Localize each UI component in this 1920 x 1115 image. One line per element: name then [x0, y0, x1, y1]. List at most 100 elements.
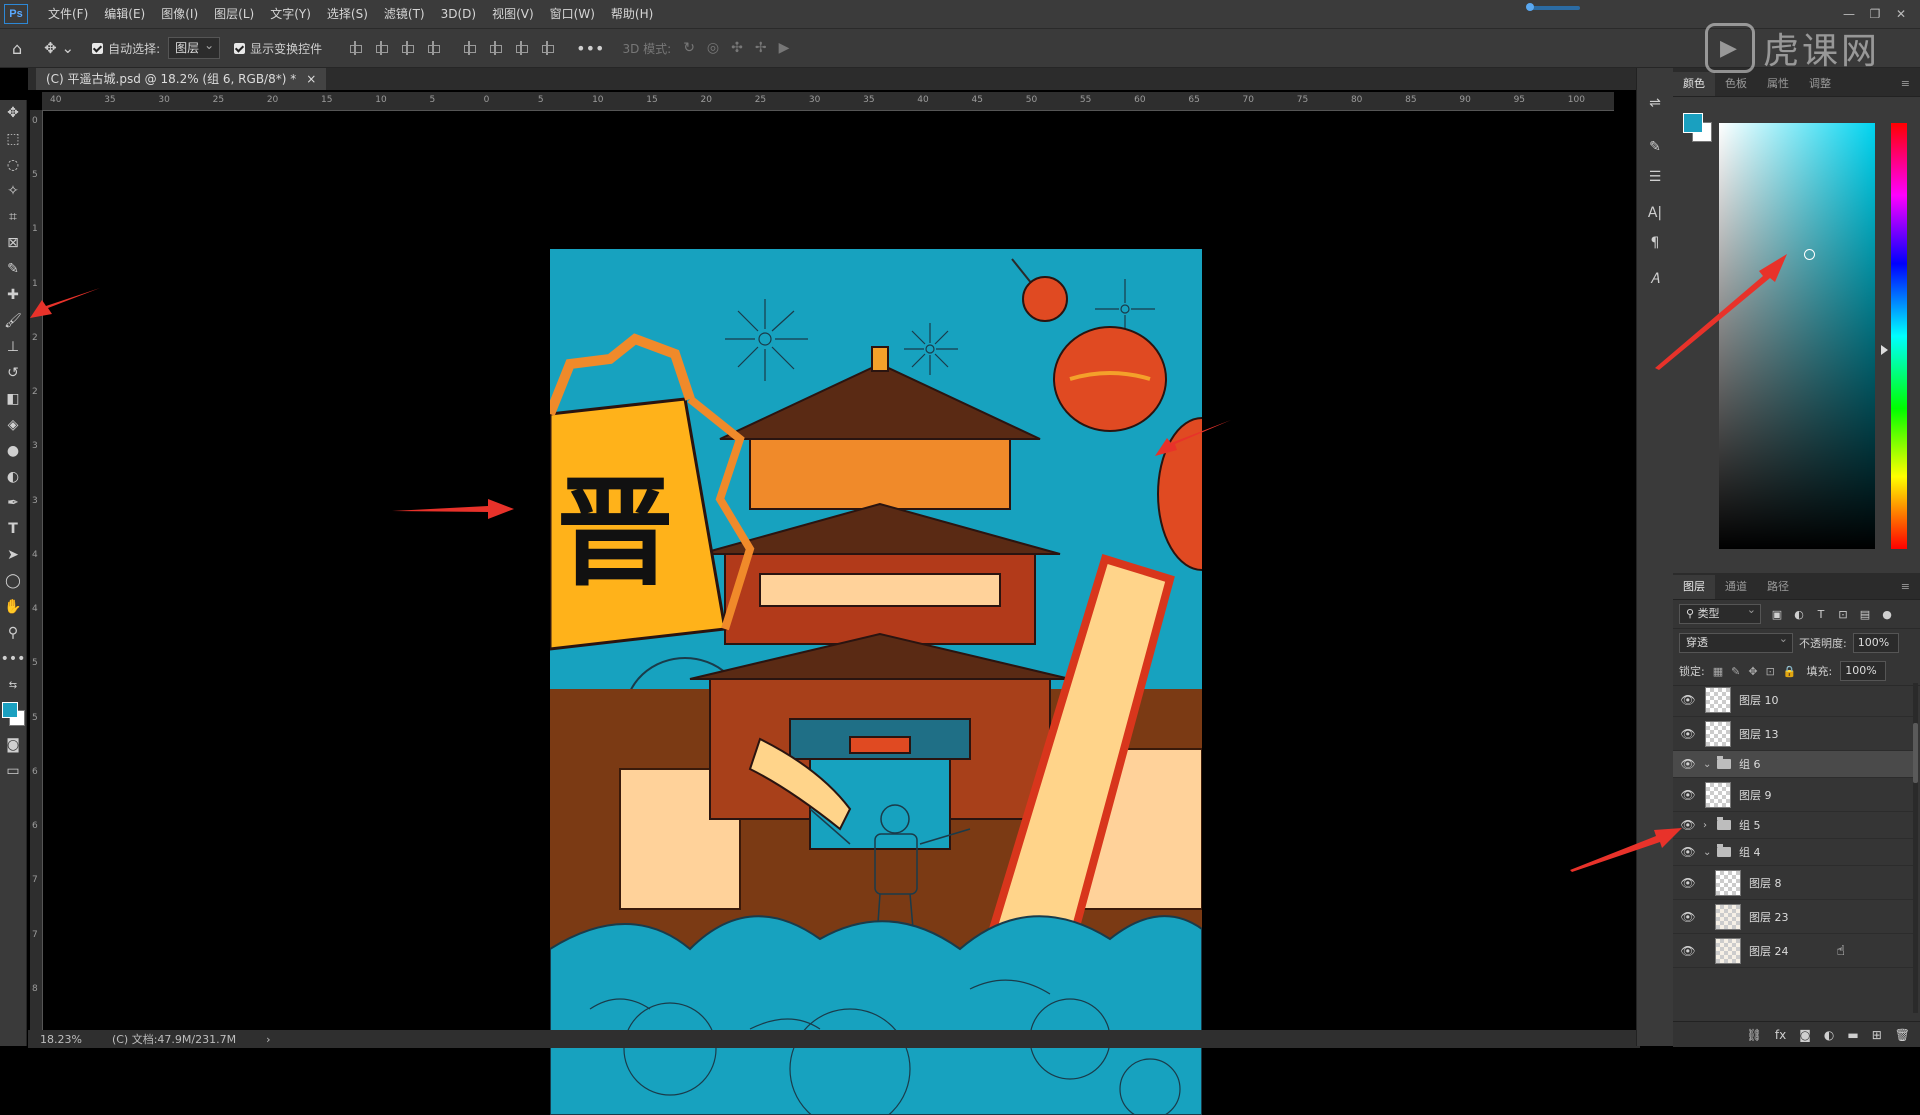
visibility-eye-icon[interactable]: 👁	[1677, 818, 1699, 832]
foreground-color-swatch[interactable]	[2, 702, 18, 718]
edit-toolbar-icon[interactable]: •••	[0, 646, 26, 672]
3d-pan-icon[interactable]: ✣	[731, 40, 743, 56]
close-icon[interactable]: ✕	[1888, 7, 1914, 21]
align-right-icon[interactable]	[400, 41, 415, 55]
add-mask-icon[interactable]: ◙	[1799, 1028, 1811, 1042]
menu-file[interactable]: 文件(F)	[40, 0, 96, 28]
menu-select[interactable]: 选择(S)	[319, 0, 376, 28]
stamp-tool-icon[interactable]: ⊥	[0, 334, 26, 360]
fill-field[interactable]: 100%	[1840, 661, 1887, 681]
layer-row[interactable]: 👁 图层 9	[1673, 778, 1913, 812]
expand-chevron-icon[interactable]: ⌄	[1703, 847, 1713, 858]
align-bottom-icon[interactable]	[514, 41, 529, 55]
align-distribute-icon[interactable]	[426, 41, 441, 55]
align-center-icon[interactable]	[374, 41, 389, 55]
saturation-brightness-picker[interactable]	[1719, 123, 1875, 549]
menu-3d[interactable]: 3D(D)	[433, 0, 484, 28]
link-layers-icon[interactable]: ⛓	[1747, 1028, 1762, 1042]
zoom-slider[interactable]	[1526, 3, 1580, 11]
expand-chevron-icon[interactable]: ⌄	[1703, 759, 1713, 770]
status-menu-chevron-icon[interactable]: ›	[266, 1033, 270, 1046]
move-tool-icon[interactable]: ✥	[0, 100, 26, 126]
layer-row[interactable]: 👁 图层 13	[1673, 717, 1913, 751]
tab-channels[interactable]: 通道	[1715, 575, 1757, 599]
pen-tool-icon[interactable]: ✒	[0, 490, 26, 516]
move-tool-icon[interactable]: ✥ ⌄	[44, 39, 74, 57]
auto-select-target-dropdown[interactable]: 图层	[168, 35, 221, 59]
character-panel-icon[interactable]: A|	[1637, 198, 1673, 228]
glyphs-panel-icon[interactable]: 𝐴	[1637, 264, 1673, 294]
collapse-chevron-icon[interactable]: ›	[1703, 820, 1713, 831]
lock-position-icon[interactable]: ✥	[1748, 665, 1757, 678]
align-middle-icon[interactable]	[488, 41, 503, 55]
new-layer-icon[interactable]: ⊞	[1872, 1028, 1882, 1042]
new-adjustment-layer-icon[interactable]: ◐	[1824, 1028, 1834, 1042]
layer-row[interactable]: 👁 图层 10	[1673, 683, 1913, 717]
home-icon[interactable]: ⌂	[12, 39, 22, 58]
tab-layers[interactable]: 图层	[1673, 575, 1715, 599]
quick-mask-icon[interactable]: ◙	[0, 732, 26, 758]
type-tool-icon[interactable]: T	[0, 516, 26, 542]
layer-row[interactable]: 👁 图层 23	[1673, 900, 1913, 934]
zoom-tool-icon[interactable]: ⚲	[0, 620, 26, 646]
layer-row[interactable]: 👁 图层 24 ☝	[1673, 934, 1913, 968]
visibility-eye-icon[interactable]: 👁	[1677, 944, 1699, 958]
history-panel-icon[interactable]: ⇌	[1637, 88, 1673, 118]
layers-panel-menu-icon[interactable]: ≡	[1891, 575, 1920, 599]
color-picker-cursor[interactable]	[1804, 249, 1815, 260]
hand-tool-icon[interactable]: ✋	[0, 594, 26, 620]
layer-group-row[interactable]: 👁 › 组 5	[1673, 812, 1913, 839]
ellipse-tool-icon[interactable]: ◯	[0, 568, 26, 594]
canvas-workspace[interactable]: 晋	[43, 111, 1614, 1115]
layer-style-fx-icon[interactable]: fx	[1775, 1028, 1786, 1042]
visibility-eye-icon[interactable]: 👁	[1677, 693, 1699, 707]
screen-mode-icon[interactable]: ▭	[0, 758, 26, 784]
lock-image-icon[interactable]: ✎	[1731, 665, 1740, 678]
brush-settings-icon[interactable]: ✎	[1637, 132, 1673, 162]
layer-row[interactable]: 👁 图层 8	[1673, 866, 1913, 900]
document-tab[interactable]: (C) 平遥古城.psd @ 18.2% (组 6, RGB/8*) * ×	[36, 68, 327, 90]
eraser-tool-icon[interactable]: ◧	[0, 386, 26, 412]
pixel-filter-icon[interactable]: ▣	[1771, 608, 1783, 621]
close-tab-icon[interactable]: ×	[306, 68, 316, 90]
layer-group-row[interactable]: 👁 ⌄ 组 6	[1673, 751, 1913, 778]
menu-window[interactable]: 窗口(W)	[542, 0, 603, 28]
opacity-field[interactable]: 100%	[1852, 633, 1899, 653]
crop-tool-icon[interactable]: ⌗	[0, 204, 26, 230]
filter-toggle-icon[interactable]: ●	[1881, 608, 1893, 621]
horizontal-ruler[interactable]: 40 35 30 25 20 15 10 5 0 5 10 15 20 25 30 35 40 45 50 55 60 6…	[42, 92, 1614, 111]
more-options-icon[interactable]: •••	[576, 39, 604, 58]
eyedropper-tool-icon[interactable]: ✎	[0, 256, 26, 282]
brush-tool-icon[interactable]: 🖌	[0, 308, 26, 334]
3d-camera-icon[interactable]: ▶	[779, 40, 790, 56]
paint-bucket-tool-icon[interactable]: ◈	[0, 412, 26, 438]
align-distribute-v-icon[interactable]	[540, 41, 555, 55]
3d-roll-icon[interactable]: ◎	[707, 40, 719, 56]
visibility-eye-icon[interactable]: 👁	[1677, 757, 1699, 771]
show-transform-checkbox[interactable]: 显示变换控件	[234, 40, 322, 57]
align-top-icon[interactable]	[462, 41, 477, 55]
swap-colors-icon[interactable]: ⇆	[0, 672, 26, 698]
auto-select-checkbox[interactable]: 自动选择:	[92, 40, 160, 57]
3d-rotate-icon[interactable]: ↻	[683, 40, 695, 56]
zoom-level[interactable]: 18.23%	[40, 1033, 82, 1046]
shape-filter-icon[interactable]: ⊡	[1837, 608, 1849, 621]
hue-slider[interactable]	[1891, 123, 1907, 549]
menu-view[interactable]: 视图(V)	[484, 0, 542, 28]
visibility-eye-icon[interactable]: 👁	[1677, 788, 1699, 802]
marquee-tool-icon[interactable]: ⬚	[0, 126, 26, 152]
foreground-color-chip[interactable]	[1683, 113, 1703, 133]
lock-transparent-icon[interactable]: ▦	[1713, 665, 1723, 678]
layers-scrollbar[interactable]	[1913, 683, 1918, 1013]
delete-layer-icon[interactable]: 🗑	[1895, 1028, 1910, 1042]
menu-image[interactable]: 图像(I)	[153, 0, 206, 28]
align-left-icon[interactable]	[348, 41, 363, 55]
visibility-eye-icon[interactable]: 👁	[1677, 727, 1699, 741]
smart-object-filter-icon[interactable]: ▤	[1859, 608, 1871, 621]
adjustments-sliders-icon[interactable]: ☰	[1637, 162, 1673, 192]
frame-tool-icon[interactable]: ⊠	[0, 230, 26, 256]
document-info[interactable]: (C) 文档:47.9M/231.7M	[112, 1031, 236, 1047]
menu-help[interactable]: 帮助(H)	[603, 0, 661, 28]
menu-edit[interactable]: 编辑(E)	[96, 0, 153, 28]
blur-tool-icon[interactable]: ●	[0, 438, 26, 464]
